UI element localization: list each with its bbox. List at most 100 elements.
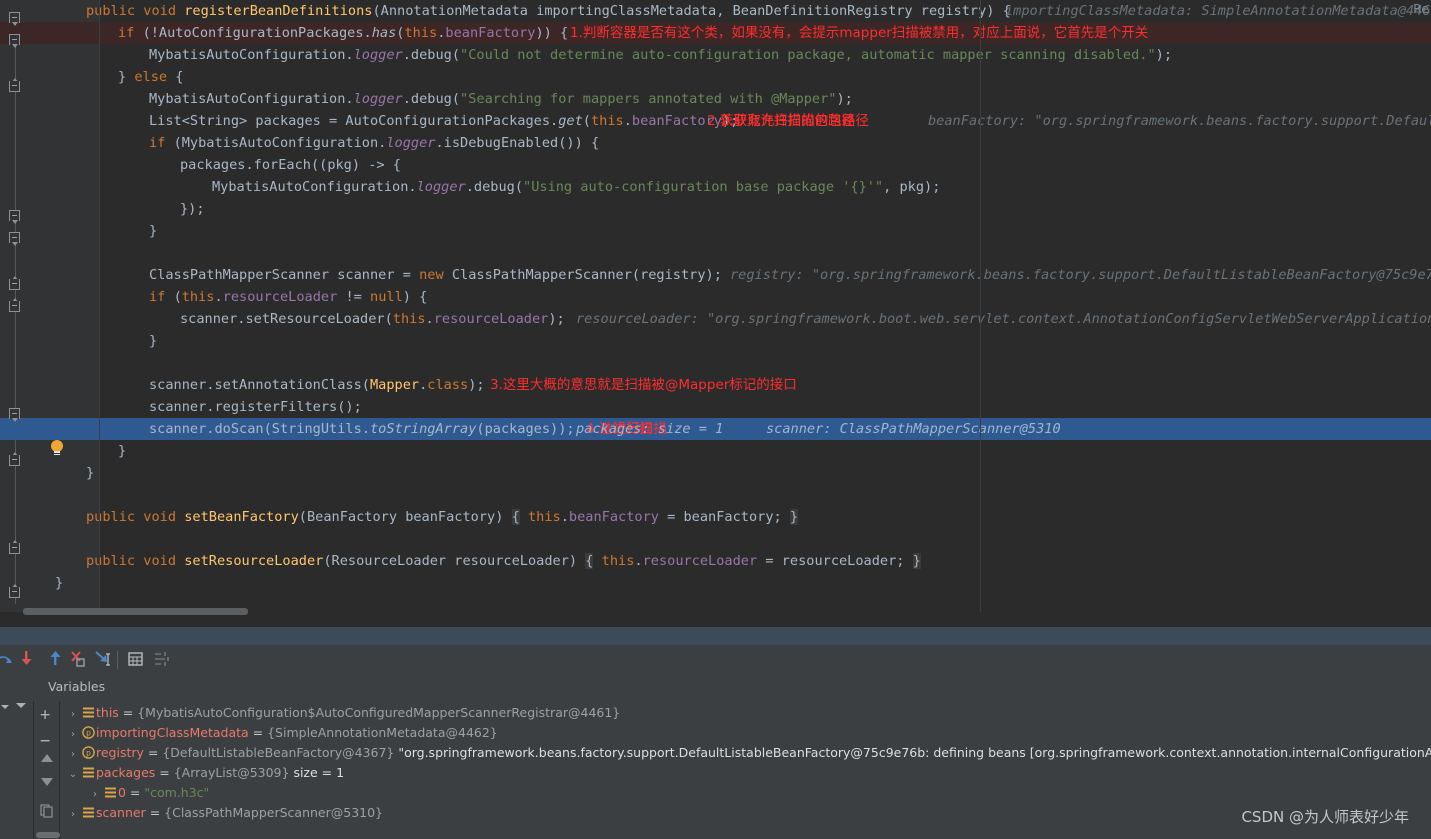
variables-panel[interactable]: › this = {MybatisAutoConfiguration$AutoCo… (60, 701, 1431, 839)
indent-guide-1 (980, 0, 981, 612)
evaluate-expression-icon[interactable] (126, 649, 146, 669)
code-text: } (55, 575, 64, 591)
variable-row[interactable]: › 0 = "com.h3c" (88, 783, 209, 803)
step-into-icon[interactable] (16, 649, 36, 669)
editor-horizontal-scrollbar[interactable] (23, 608, 248, 615)
code-text: } else { (118, 69, 184, 85)
code-lines-container[interactable]: public void registerBeanDefinitions(Anno… (0, 0, 1431, 612)
code-line[interactable] (0, 242, 1431, 264)
debugger-panel[interactable]: Variables on$AugistrarConfigt.anno + − ›… (0, 627, 1431, 839)
remove-watch-button[interactable]: − (40, 731, 50, 751)
fold-toggle-icon[interactable] (9, 408, 22, 422)
code-text: scanner.doScan(StringUtils.toStringArray… (149, 421, 575, 437)
chevron-right-icon[interactable]: › (66, 705, 80, 725)
run-to-cursor-icon[interactable] (93, 649, 113, 669)
intention-bulb-icon[interactable] (50, 440, 64, 456)
fold-toggle-icon[interactable] (9, 452, 22, 466)
fold-toggle-icon[interactable] (9, 232, 22, 246)
code-line[interactable]: MybatisAutoConfiguration.logger.debug("C… (0, 44, 1431, 66)
tab-variables[interactable]: Variables (48, 679, 105, 694)
copy-icon[interactable] (39, 803, 55, 823)
frames-horizontal-scrollbar[interactable] (36, 832, 60, 838)
debugger-inline-value-hint: scanner: ClassPathMapperScanner@5310 (766, 421, 1061, 437)
chevron-down-icon[interactable]: ⌄ (66, 765, 80, 785)
code-text: public void setResourceLoader(ResourceLo… (86, 553, 921, 569)
debugger-tab-row[interactable]: Variables (0, 674, 1431, 701)
variable-value: {SimpleAnnotationMetadata@4462} (267, 725, 498, 740)
chevron-right-icon[interactable]: › (66, 745, 80, 765)
code-text: MybatisAutoConfiguration.logger.debug("U… (212, 179, 941, 195)
variable-row[interactable]: › p importingClassMetadata = {SimpleAnnota… (66, 723, 498, 743)
code-editor[interactable]: public void registerBeanDefinitions(Anno… (0, 0, 1431, 627)
code-line[interactable]: } (0, 440, 1431, 462)
code-line[interactable]: }); (0, 198, 1431, 220)
debugger-toolbar[interactable] (0, 645, 1431, 675)
code-line[interactable]: MybatisAutoConfiguration.logger.debug("U… (0, 176, 1431, 198)
variable-value: {ClassPathMapperScanner@5310} (164, 805, 384, 820)
fold-toggle-icon[interactable] (9, 210, 22, 224)
variable-row[interactable]: › p registry = {DefaultListableBeanFactory… (66, 743, 1431, 763)
force-step-into-icon[interactable] (68, 649, 88, 669)
code-line[interactable]: MybatisAutoConfiguration.logger.debug("S… (0, 88, 1431, 110)
parameter-icon: p (80, 725, 96, 745)
fold-toggle-icon[interactable] (9, 298, 22, 312)
code-text: MybatisAutoConfiguration.logger.debug("S… (149, 91, 853, 107)
code-text: } (149, 223, 158, 239)
code-line[interactable]: public void setBeanFactory(BeanFactory b… (0, 506, 1431, 528)
fold-toggle-icon[interactable] (9, 34, 22, 48)
code-text: MybatisAutoConfiguration.logger.debug("C… (149, 47, 1173, 63)
inline-annotation-comment: 1.判断容器是否有这个类，如果没有，会提示mapper扫描被禁用，对应上面说，它… (570, 25, 1149, 41)
code-line[interactable]: } (0, 330, 1431, 352)
code-text: if (!AutoConfigurationPackages.has(this.… (118, 25, 569, 41)
code-line[interactable]: if (this.resourceLoader != null) { (0, 286, 1431, 308)
variable-row[interactable]: › scanner = {ClassPathMapperScanner@5310} (66, 803, 383, 823)
code-line[interactable]: } else { (0, 66, 1431, 88)
variable-row[interactable]: ⌄ packages = {ArrayList@5309} size = 1 (66, 763, 344, 783)
step-out-icon[interactable] (45, 649, 65, 669)
code-line[interactable]: scanner.setAnnotationClass(Mapper.class)… (0, 374, 1431, 396)
step-over-icon[interactable] (0, 649, 14, 669)
move-up-icon[interactable] (38, 751, 56, 769)
code-line[interactable]: packages.forEach((pkg) -> { (0, 154, 1431, 176)
code-text: public void registerBeanDefinitions(Anno… (86, 3, 1011, 19)
frames-divider (33, 701, 34, 839)
fold-toggle-icon[interactable] (9, 540, 22, 554)
variable-row[interactable]: › this = {MybatisAutoConfiguration$AutoCo… (66, 703, 620, 723)
code-line[interactable]: if (!AutoConfigurationPackages.has(this.… (0, 22, 1431, 44)
code-line[interactable]: if (MybatisAutoConfiguration.logger.isDe… (0, 132, 1431, 154)
top-right-label: Re (1413, 1, 1429, 16)
code-line[interactable] (0, 484, 1431, 506)
code-line[interactable]: } (0, 220, 1431, 242)
frames-thread-chevron-icon[interactable] (16, 703, 26, 708)
code-line[interactable]: } (0, 462, 1431, 484)
add-watch-button[interactable]: + (40, 705, 50, 725)
code-line[interactable] (0, 528, 1431, 550)
code-line[interactable]: List<String> packages = AutoConfiguratio… (0, 110, 1431, 132)
chevron-right-icon[interactable]: › (66, 805, 80, 825)
frames-filter-chevron-icon[interactable] (1, 705, 9, 709)
code-line[interactable]: scanner.registerFilters(); (0, 396, 1431, 418)
code-line[interactable]: } (0, 572, 1431, 594)
variable-name: registry (96, 745, 144, 760)
code-text: scanner.setResourceLoader(this.resourceL… (180, 311, 565, 327)
fold-toggle-icon[interactable] (9, 584, 22, 598)
frames-panel[interactable]: on$AugistrarConfigt.anno (0, 701, 32, 839)
code-line[interactable]: scanner.setResourceLoader(this.resourceL… (0, 308, 1431, 330)
fold-toggle-icon[interactable] (9, 78, 22, 92)
code-line[interactable] (0, 352, 1431, 374)
chevron-right-icon[interactable]: › (66, 725, 80, 745)
fold-toggle-icon[interactable] (9, 276, 22, 290)
move-down-icon[interactable] (38, 775, 56, 793)
variable-equals: = (155, 765, 174, 780)
variable-string-value: "com.h3c" (144, 785, 210, 800)
layout-settings-icon[interactable] (152, 649, 172, 669)
fold-toggle-icon[interactable] (9, 12, 22, 26)
code-text: } (86, 465, 95, 481)
code-line[interactable]: public void setResourceLoader(ResourceLo… (0, 550, 1431, 572)
code-line[interactable]: ClassPathMapperScanner scanner = new Cla… (0, 264, 1431, 286)
code-line[interactable]: public void registerBeanDefinitions(Anno… (0, 0, 1431, 22)
debugger-top-band (0, 627, 1431, 645)
chevron-right-icon[interactable]: › (88, 785, 102, 805)
variable-name: packages (96, 765, 156, 780)
code-line[interactable]: scanner.doScan(StringUtils.toStringArray… (0, 418, 1431, 440)
